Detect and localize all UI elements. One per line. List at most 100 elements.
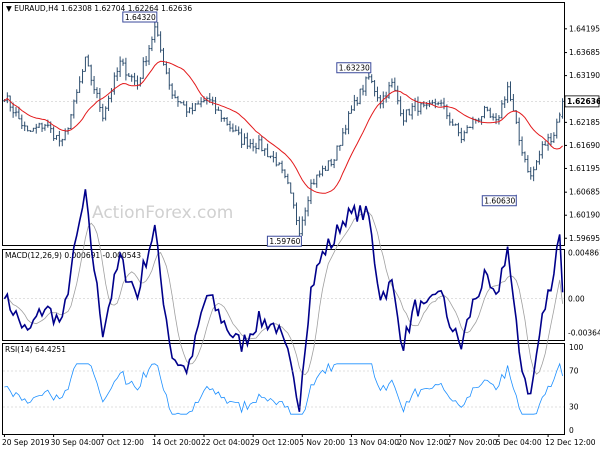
ohlc-bar (295, 202, 298, 226)
ohlc-bar (407, 108, 411, 116)
ohlc-bar (153, 22, 157, 43)
rsi-y-tick-label: 100 (569, 343, 584, 352)
ohlc-bar (20, 114, 24, 129)
ohlc-bar (231, 123, 235, 133)
ohlc-bar (335, 145, 339, 161)
ohlc-bar (543, 140, 547, 146)
ohlc-bar (303, 207, 307, 226)
ohlc-bar (480, 116, 483, 125)
ohlc-bar (419, 102, 423, 115)
ohlc-bar (185, 101, 188, 118)
ohlc-bar (361, 84, 365, 96)
ohlc-bar (23, 121, 26, 132)
ohlc-bar (167, 67, 171, 90)
ohlc-bar (14, 107, 18, 117)
rsi-y-tick-label: 30 (569, 403, 579, 412)
price-y-tick-label: 1.64195 (569, 24, 600, 33)
ohlc-bar (327, 160, 330, 171)
ohlc-bar (561, 98, 564, 119)
ohlc-bar (338, 144, 342, 151)
ohlc-bar (399, 96, 402, 117)
ohlc-bar (364, 76, 368, 96)
ohlc-bar (506, 81, 509, 104)
x-axis-ticks: 20 Sep 2019 30 Sep 04:00 7 Oct 12:00 14 Oct… (2, 434, 596, 447)
ohlc-bar (318, 170, 321, 178)
x-tick-label: 14 Oct 20:00 (152, 438, 201, 447)
ohlc-bar (532, 166, 535, 182)
rsi-y-tick-label: 0 (569, 426, 574, 435)
ohlc-bar (390, 78, 394, 88)
ohlc-bar (298, 216, 301, 237)
ohlc-bar (347, 111, 350, 135)
ohlc-bar (292, 192, 295, 209)
ohlc-bar (541, 141, 544, 159)
macd-y-tick-label: -0.003642 (568, 328, 600, 337)
ohlc-bar (448, 112, 452, 126)
macd-y-tick-label: 0.00 (568, 294, 585, 303)
price-header-triangle-icon: ▼ (6, 4, 12, 13)
ohlc-bar (410, 103, 414, 120)
ohlc-bar (266, 143, 269, 158)
ohlc-bar (113, 72, 116, 95)
ohlc-bar (486, 106, 489, 112)
ohlc-bar (274, 152, 278, 167)
ohlc-bar (315, 174, 319, 188)
price-callout: 1.63230 (336, 62, 372, 74)
ohlc-bar (176, 95, 180, 107)
rsi-grid (3, 370, 564, 408)
ohlc-bar (37, 122, 41, 129)
ohlc-bar (393, 77, 397, 92)
ohlc-bar (277, 162, 281, 166)
ohlc-bar (517, 117, 521, 146)
ohlc-bar (173, 90, 177, 99)
price-callout-label: 1.64320 (125, 13, 156, 22)
ohlc-bar (194, 103, 197, 112)
x-tick-label: 29 Oct 12:00 (250, 438, 299, 447)
ohlc-bar (283, 169, 287, 179)
ohlc-bar (269, 155, 272, 159)
ohlc-bar (29, 130, 32, 132)
ohlc-bar (40, 122, 44, 132)
rsi-panel-frame (2, 343, 565, 435)
x-tick-label: 27 Nov 20:00 (447, 438, 498, 447)
x-tick-label: 30 Sep 04:00 (51, 438, 101, 447)
price-callout-label: 1.63230 (339, 64, 370, 73)
ohlc-bar (150, 36, 154, 52)
ohlc-bar (55, 134, 58, 140)
ohlc-bar (332, 159, 336, 169)
ohlc-bar (101, 103, 105, 122)
ohlc-bar (104, 106, 107, 121)
ohlc-bar (196, 100, 200, 105)
ohlc-bar (523, 151, 527, 163)
ohlc-bar (353, 94, 356, 111)
ohlc-bar (387, 81, 391, 99)
ohlc-bar (81, 69, 84, 84)
last-price-label: 1.62636 (567, 97, 600, 106)
ohlc-bar (52, 126, 55, 141)
ohlc-bar (251, 138, 255, 152)
price-y-tick-label: 1.61690 (569, 141, 600, 150)
ohlc-bar (43, 123, 47, 131)
ohlc-bar (165, 61, 168, 75)
rsi-y-tick-label: 70 (569, 367, 579, 376)
price-callout-label: 1.59760 (269, 237, 300, 246)
ohlc-bar (491, 113, 495, 121)
ohlc-bar (509, 81, 512, 102)
ohlc-bar (431, 99, 434, 105)
price-header: ▼ EURAUD,H4 1.62308 1.62704 1.62264 1.62… (6, 4, 192, 13)
ohlc-bar (95, 87, 99, 99)
ohlc-bar (72, 99, 76, 119)
ohlc-bar (451, 118, 454, 126)
ohlc-bar (312, 178, 316, 185)
ohlc-bar (436, 101, 440, 106)
ohlc-bar (405, 109, 408, 123)
x-tick-label: 20 Nov 12:00 (398, 438, 449, 447)
ohlc-bar (87, 54, 90, 67)
ohlc-bar (237, 126, 240, 136)
rsi-y-ticks: 100 70 30 0 (569, 343, 584, 435)
ohlc-bar (488, 107, 492, 118)
last-price-box: 1.62636 (564, 95, 600, 108)
ohlc-bar (373, 80, 376, 97)
macd-main-line (3, 189, 564, 412)
ohlc-bar (84, 56, 87, 72)
